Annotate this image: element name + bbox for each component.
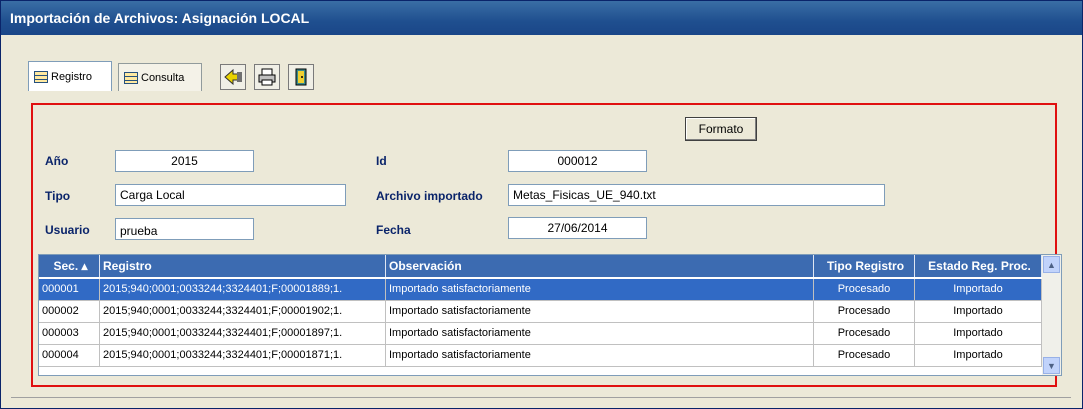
import-icon <box>224 68 242 86</box>
anio-label: Año <box>45 154 69 168</box>
import-window: Importación de Archivos: Asignación LOCA… <box>0 0 1083 409</box>
scroll-down-icon[interactable]: ▼ <box>1043 357 1060 374</box>
col-tipo-registro[interactable]: Tipo Registro <box>814 255 915 277</box>
tab-consulta[interactable]: Consulta <box>118 63 202 91</box>
grid-icon <box>34 70 48 83</box>
cell-tipo: Procesado <box>814 323 915 345</box>
tab-registro-label: Registro <box>51 70 92 83</box>
tab-registro[interactable]: Registro <box>28 61 112 91</box>
divider <box>11 397 1071 398</box>
table-row[interactable]: 000004 2015;940;0001;0033244;3324401;F;0… <box>39 345 1042 367</box>
id-label: Id <box>376 154 387 168</box>
col-estado[interactable]: Estado Reg. Proc. <box>915 255 1042 277</box>
cell-observacion: Importado satisfactoriamente <box>386 345 814 367</box>
printer-icon <box>258 68 276 86</box>
grid-header: Sec. ▴ Registro Observación Tipo Registr… <box>39 255 1042 277</box>
table-row[interactable]: 000002 2015;940;0001;0033244;3324401;F;0… <box>39 301 1042 323</box>
tipo-field[interactable]: Carga Local <box>115 184 346 206</box>
archivo-field[interactable]: Metas_Fisicas_UE_940.txt <box>508 184 885 206</box>
cell-registro: 2015;940;0001;0033244;3324401;F;00001902… <box>100 301 386 323</box>
usuario-field[interactable]: prueba <box>115 218 254 240</box>
exit-door-icon <box>295 68 307 86</box>
cell-tipo: Procesado <box>814 301 915 323</box>
import-button[interactable] <box>220 64 246 90</box>
archivo-label: Archivo importado <box>376 189 483 203</box>
exit-button[interactable] <box>288 64 314 90</box>
grid-vertical-scrollbar[interactable]: ▲ ▼ <box>1042 255 1061 375</box>
anio-field[interactable]: 2015 <box>115 150 254 172</box>
records-grid: Sec. ▴ Registro Observación Tipo Registr… <box>38 254 1062 376</box>
cell-registro: 2015;940;0001;0033244;3324401;F;00001889… <box>100 279 386 301</box>
id-field[interactable]: 000012 <box>508 150 647 172</box>
cell-tipo: Procesado <box>814 279 915 301</box>
cell-estado: Importado <box>915 323 1042 345</box>
cell-estado: Importado <box>915 345 1042 367</box>
cell-sec: 000004 <box>39 345 100 367</box>
grid-icon <box>124 71 138 84</box>
cell-sec: 000001 <box>39 279 100 301</box>
print-button[interactable] <box>254 64 280 90</box>
table-row[interactable]: 000001 2015;940;0001;0033244;3324401;F;0… <box>39 279 1042 301</box>
cell-estado: Importado <box>915 301 1042 323</box>
col-observacion[interactable]: Observación <box>386 255 814 277</box>
cell-registro: 2015;940;0001;0033244;3324401;F;00001871… <box>100 345 386 367</box>
usuario-label: Usuario <box>45 223 90 237</box>
col-registro[interactable]: Registro <box>100 255 386 277</box>
tab-consulta-label: Consulta <box>141 71 185 84</box>
scroll-up-icon[interactable]: ▲ <box>1043 256 1060 273</box>
col-sec[interactable]: Sec. ▴ <box>39 255 100 277</box>
cell-sec: 000003 <box>39 323 100 345</box>
formato-button[interactable]: Formato <box>685 117 757 141</box>
cell-tipo: Procesado <box>814 345 915 367</box>
tipo-label: Tipo <box>45 189 71 203</box>
cell-observacion: Importado satisfactoriamente <box>386 279 814 301</box>
fecha-label: Fecha <box>376 223 411 237</box>
cell-estado: Importado <box>915 279 1042 301</box>
cell-observacion: Importado satisfactoriamente <box>386 323 814 345</box>
cell-registro: 2015;940;0001;0033244;3324401;F;00001897… <box>100 323 386 345</box>
cell-sec: 000002 <box>39 301 100 323</box>
table-row[interactable]: 000003 2015;940;0001;0033244;3324401;F;0… <box>39 323 1042 345</box>
window-title: Importación de Archivos: Asignación LOCA… <box>1 1 1082 35</box>
cell-observacion: Importado satisfactoriamente <box>386 301 814 323</box>
fecha-field[interactable]: 27/06/2014 <box>508 217 647 239</box>
